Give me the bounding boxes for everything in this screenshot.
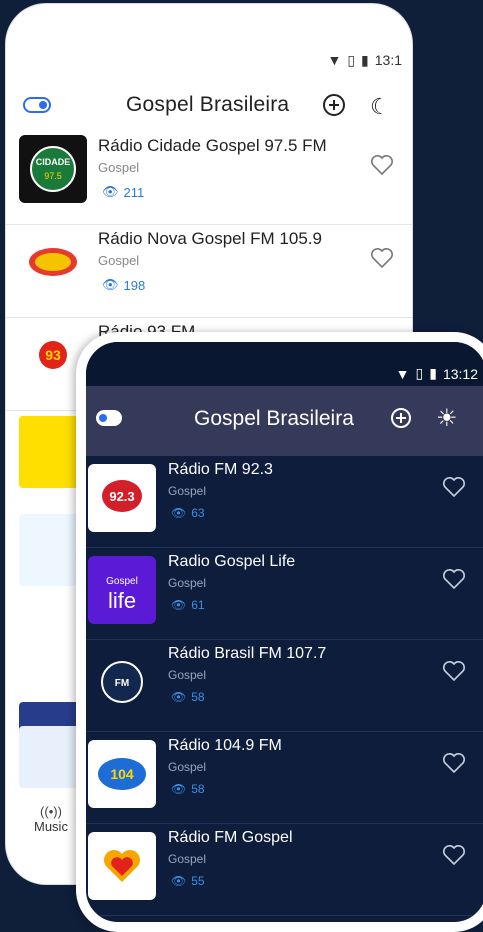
eye-icon: 👁 [102,184,119,199]
station-name: Radio Gospel Life [168,553,296,570]
list-item[interactable]: Rádio FM Gospel Gospel 👁 55 [86,824,483,916]
status-time: 13:12 [442,366,478,382]
svg-text:93: 93 [45,347,61,363]
station-logo [19,726,81,788]
station-genre: Gospel [168,852,207,866]
tab-music-label: Music [34,819,68,834]
station-logo: 104 [88,740,156,808]
station-logo [19,228,87,296]
views-count: 👁 58 [171,782,205,796]
list-item[interactable]: 92.3 Rádio FM 92.3 Gospel 👁 63 [86,456,483,548]
svg-text:CIDADE: CIDADE [36,157,71,167]
station-list-dark: 92.3 Rádio FM 92.3 Gospel 👁 63 Gospel lif… [86,456,483,916]
views-count: 👁 58 [171,690,205,704]
views-value: 198 [123,277,146,293]
svg-text:97.5: 97.5 [44,171,62,181]
sun-icon[interactable]: ☀ [436,404,458,433]
page-title: Gospel Brasileira [126,93,290,116]
station-logo: 92.3 [88,464,156,532]
station-name: Rádio 104.9 FM [168,737,282,754]
station-name: Rádio Cidade Gospel 97.5 FM [98,136,327,155]
heart-icon[interactable] [442,752,466,774]
station-logo [19,604,81,676]
app-bar-dark: Gospel Brasileira ☀ [86,386,483,456]
eye-icon: 👁 [171,690,187,704]
station-genre: Gospel [98,253,140,268]
svg-text:Gospel: Gospel [106,576,138,587]
status-bar-dark: ▼ ▯ ▮ 13:12 [86,342,483,386]
eye-icon: 👁 [102,277,119,292]
station-genre: Gospel [168,668,207,682]
list-item[interactable]: Gospel life Radio Gospel Life Gospel 👁 61 [86,548,483,640]
station-genre: Gospel [168,760,207,774]
station-logo [19,514,81,586]
status-time: 13:1 [374,52,402,68]
heart-icon[interactable] [442,844,466,866]
no-sim-icon: ▯ [415,365,424,381]
no-sim-icon: ▯ [347,51,356,68]
views-value: 58 [191,690,205,704]
station-name: Rádio FM 92.3 [168,461,273,478]
eye-icon: 👁 [171,506,187,520]
svg-text:FM: FM [115,678,129,689]
views-value: 63 [191,506,205,520]
list-item[interactable]: Rádio Nova Gospel FM 105.9 Gospel 👁 198 [6,225,412,318]
radio-icon: ((•)) [40,804,62,819]
dark-phone-screen: ▼ ▯ ▮ 13:12 Gospel Brasileira ☀ 92.3 Rád… [76,332,483,932]
views-value: 61 [191,598,205,612]
heart-icon[interactable] [370,154,394,176]
wifi-icon: ▼ [395,366,410,382]
heart-icon[interactable] [442,476,466,498]
station-logo: Gospel life [88,556,156,624]
moon-icon[interactable]: ☾ [370,94,390,120]
station-genre: Gospel [168,576,207,590]
views-count: 👁 198 [102,277,145,293]
battery-icon: ▮ [361,51,369,68]
heart-icon[interactable] [370,247,394,269]
station-name: Rádio Brasil FM 107.7 [168,645,327,662]
views-count: 👁 211 [102,184,144,200]
tab-music[interactable]: ((•)) Music [34,804,68,834]
views-count: 👁 55 [171,874,205,888]
station-logo [88,832,156,900]
station-genre: Gospel [168,484,207,498]
eye-icon: 👁 [171,874,187,888]
station-genre: Gospel [98,160,140,175]
battery-icon: ▮ [429,365,437,381]
station-name: Rádio FM Gospel [168,829,293,846]
toggle-icon[interactable] [23,97,51,113]
heart-icon[interactable] [442,568,466,590]
list-item[interactable]: CIDADE 97.5 Rádio Cidade Gospel 97.5 FM G… [6,132,412,225]
list-item[interactable]: 104 Rádio 104.9 FM Gospel 👁 58 [86,732,483,824]
views-value: 55 [191,874,205,888]
svg-text:104: 104 [110,766,134,782]
toggle-icon[interactable] [96,410,122,426]
add-icon[interactable] [323,94,345,116]
views-value: 58 [191,782,205,796]
views-count: 👁 63 [171,506,205,520]
eye-icon: 👁 [171,598,187,612]
station-logo: CIDADE 97.5 [19,135,87,203]
add-icon[interactable] [391,408,411,428]
svg-text:92.3: 92.3 [109,489,134,504]
eye-icon: 👁 [171,782,187,796]
heart-icon[interactable] [442,660,466,682]
list-item[interactable]: FM Rádio Brasil FM 107.7 Gospel 👁 58 [86,640,483,732]
views-count: 👁 61 [171,598,205,612]
views-value: 211 [123,184,145,200]
wifi-icon: ▼ [327,52,342,68]
station-logo [19,416,81,488]
svg-text:life: life [108,588,136,613]
station-name: Rádio Nova Gospel FM 105.9 [98,229,322,248]
page-title: Gospel Brasileira [194,407,354,430]
station-logo: FM [88,648,156,716]
app-bar-light: Gospel Brasileira ☾ [6,84,412,128]
status-bar-light: ▼ ▯ ▮ 13:1 [327,49,402,71]
